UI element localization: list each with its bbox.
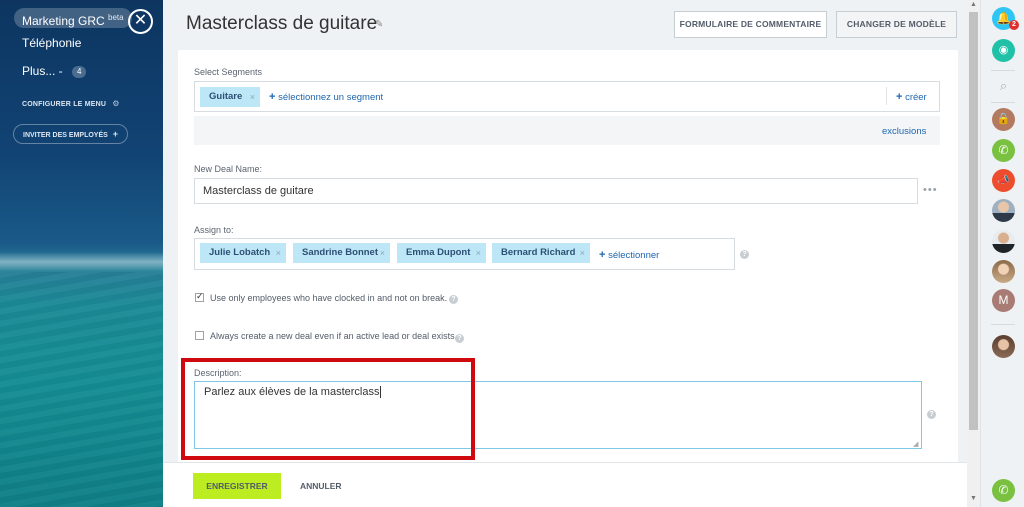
deal-name-label: New Deal Name: [194, 164, 263, 174]
scroll-up-icon[interactable]: ▲ [970, 1, 977, 8]
avatar[interactable] [992, 199, 1015, 222]
chat-icon[interactable]: ◉ [992, 39, 1015, 62]
select-segment-link[interactable]: + sélectionnez un segment [269, 91, 383, 103]
plus-icon: + [599, 249, 606, 261]
avatar-image [992, 199, 1015, 222]
exclusions-bar [194, 116, 940, 145]
phone-icon[interactable]: ✆ [992, 139, 1015, 162]
sidebar-item-label: Téléphonie [22, 36, 82, 50]
assignee-tag: Bernard Richard × [492, 243, 590, 263]
avatar-image [992, 230, 1015, 253]
assignee-tag-label: Julie Lobatch [209, 247, 271, 258]
phone-call-icon[interactable]: ✆ [992, 479, 1015, 502]
help-icon[interactable]: ? [449, 295, 458, 304]
remove-tag-icon[interactable]: × [250, 87, 255, 107]
create-segment-link[interactable]: + créer [896, 91, 927, 103]
feedback-form-button[interactable]: FORMULAIRE DE COMMENTAIRE [674, 11, 827, 38]
pencil-icon[interactable]: ✎ [375, 19, 383, 30]
avatar[interactable] [992, 335, 1015, 358]
change-template-button[interactable]: CHANGER DE MODÈLE [836, 11, 957, 38]
form-footer: ENREGISTRER ANNULER [163, 462, 967, 507]
background-horizon [0, 252, 163, 272]
avatar[interactable] [992, 260, 1015, 283]
invite-employees-label: INVITER DES EMPLOYÉS [23, 132, 108, 139]
clocked-in-checkbox[interactable] [195, 291, 204, 302]
help-icon[interactable]: ? [455, 334, 464, 343]
resize-handle-icon[interactable]: ◢ [913, 440, 918, 448]
sidebar-item-marketing-grc[interactable]: Marketing GRC beta [14, 8, 132, 28]
plus-icon: + [112, 129, 119, 139]
select-assignee-label: sélectionner [608, 250, 660, 261]
segment-tag: Guitare × [200, 87, 260, 107]
divider [991, 324, 1015, 325]
deal-name-value: Masterclass de guitare [203, 185, 314, 197]
plus-icon: + [269, 91, 276, 103]
beta-tag: beta [108, 13, 124, 22]
remove-tag-icon[interactable]: × [580, 243, 585, 263]
new-deal-checkbox[interactable] [195, 331, 204, 340]
assign-label: Assign to: [194, 225, 234, 235]
segment-tag-label: Guitare [209, 91, 243, 102]
gear-icon: ⚙ [112, 99, 120, 108]
highlight-annotation [181, 358, 475, 460]
cancel-button[interactable]: ANNULER [300, 473, 342, 499]
assignee-tag: Emma Dupont × [397, 243, 486, 263]
avatar[interactable] [992, 230, 1015, 253]
divider [991, 70, 1015, 71]
assignee-tag-label: Bernard Richard [501, 247, 576, 258]
divider [886, 87, 887, 105]
scrollbar-thumb[interactable] [969, 12, 978, 430]
lock-icon[interactable]: 🔒 [992, 108, 1015, 131]
more-count-badge: 4 [72, 65, 87, 78]
assignee-tag: Sandrine Bonnet × [293, 243, 390, 263]
more-options-icon[interactable]: ••• [923, 184, 938, 196]
sidebar-item-label: Plus... - [22, 64, 63, 78]
invite-employees-button[interactable]: INVITER DES EMPLOYÉS + [13, 124, 129, 144]
avatar-image [992, 260, 1015, 283]
avatar-image [992, 335, 1015, 358]
avatar[interactable]: M [992, 289, 1015, 312]
assignee-tag-label: Emma Dupont [406, 247, 471, 258]
save-button[interactable]: ENREGISTRER [193, 473, 281, 499]
sidebar-item-more[interactable]: Plus... - 4 [22, 64, 87, 78]
page-scrollbar[interactable]: ▲ ▼ [967, 0, 980, 507]
select-segment-label: sélectionnez un segment [278, 92, 384, 103]
scroll-down-icon[interactable]: ▼ [970, 495, 977, 502]
exclusions-link[interactable]: exclusions [882, 126, 926, 137]
page-title: Masterclass de guitare [186, 13, 378, 34]
configure-menu-button[interactable]: CONFIGURER LE MENU ⚙ [22, 99, 120, 108]
assignee-tag-label: Sandrine Bonnet [302, 247, 379, 258]
sidebar-item-label: Marketing GRC [22, 14, 105, 28]
sidebar-item-telephonie[interactable]: Téléphonie [22, 36, 81, 50]
left-sidebar: Marketing GRC beta Téléphonie Plus... - … [0, 0, 163, 507]
help-icon[interactable]: ? [740, 250, 749, 259]
megaphone-icon[interactable]: 📣 [992, 169, 1015, 192]
segments-label: Select Segments [194, 67, 263, 77]
notification-badge: 2 [1009, 20, 1019, 30]
background-water [0, 272, 163, 507]
divider [991, 102, 1015, 103]
remove-tag-icon[interactable]: × [276, 243, 281, 263]
assignee-tag: Julie Lobatch × [200, 243, 286, 263]
remove-tag-icon[interactable]: × [476, 243, 481, 263]
configure-menu-label: CONFIGURER LE MENU [22, 101, 107, 108]
close-icon[interactable]: ✕ [128, 9, 153, 34]
remove-tag-icon[interactable]: × [380, 243, 385, 263]
new-deal-label: Always create a new deal even if an acti… [210, 331, 455, 341]
help-icon[interactable]: ? [927, 410, 936, 419]
create-segment-label: créer [905, 92, 927, 103]
right-rail: 🔔 2 ◉ ⌕ 🔒 ✆ 📣 M ✆ [980, 0, 1024, 507]
plus-icon: + [896, 91, 903, 103]
clocked-in-label: Use only employees who have clocked in a… [210, 293, 448, 303]
search-icon[interactable]: ⌕ [992, 74, 1015, 97]
select-assignee-link[interactable]: + sélectionner [599, 249, 659, 261]
